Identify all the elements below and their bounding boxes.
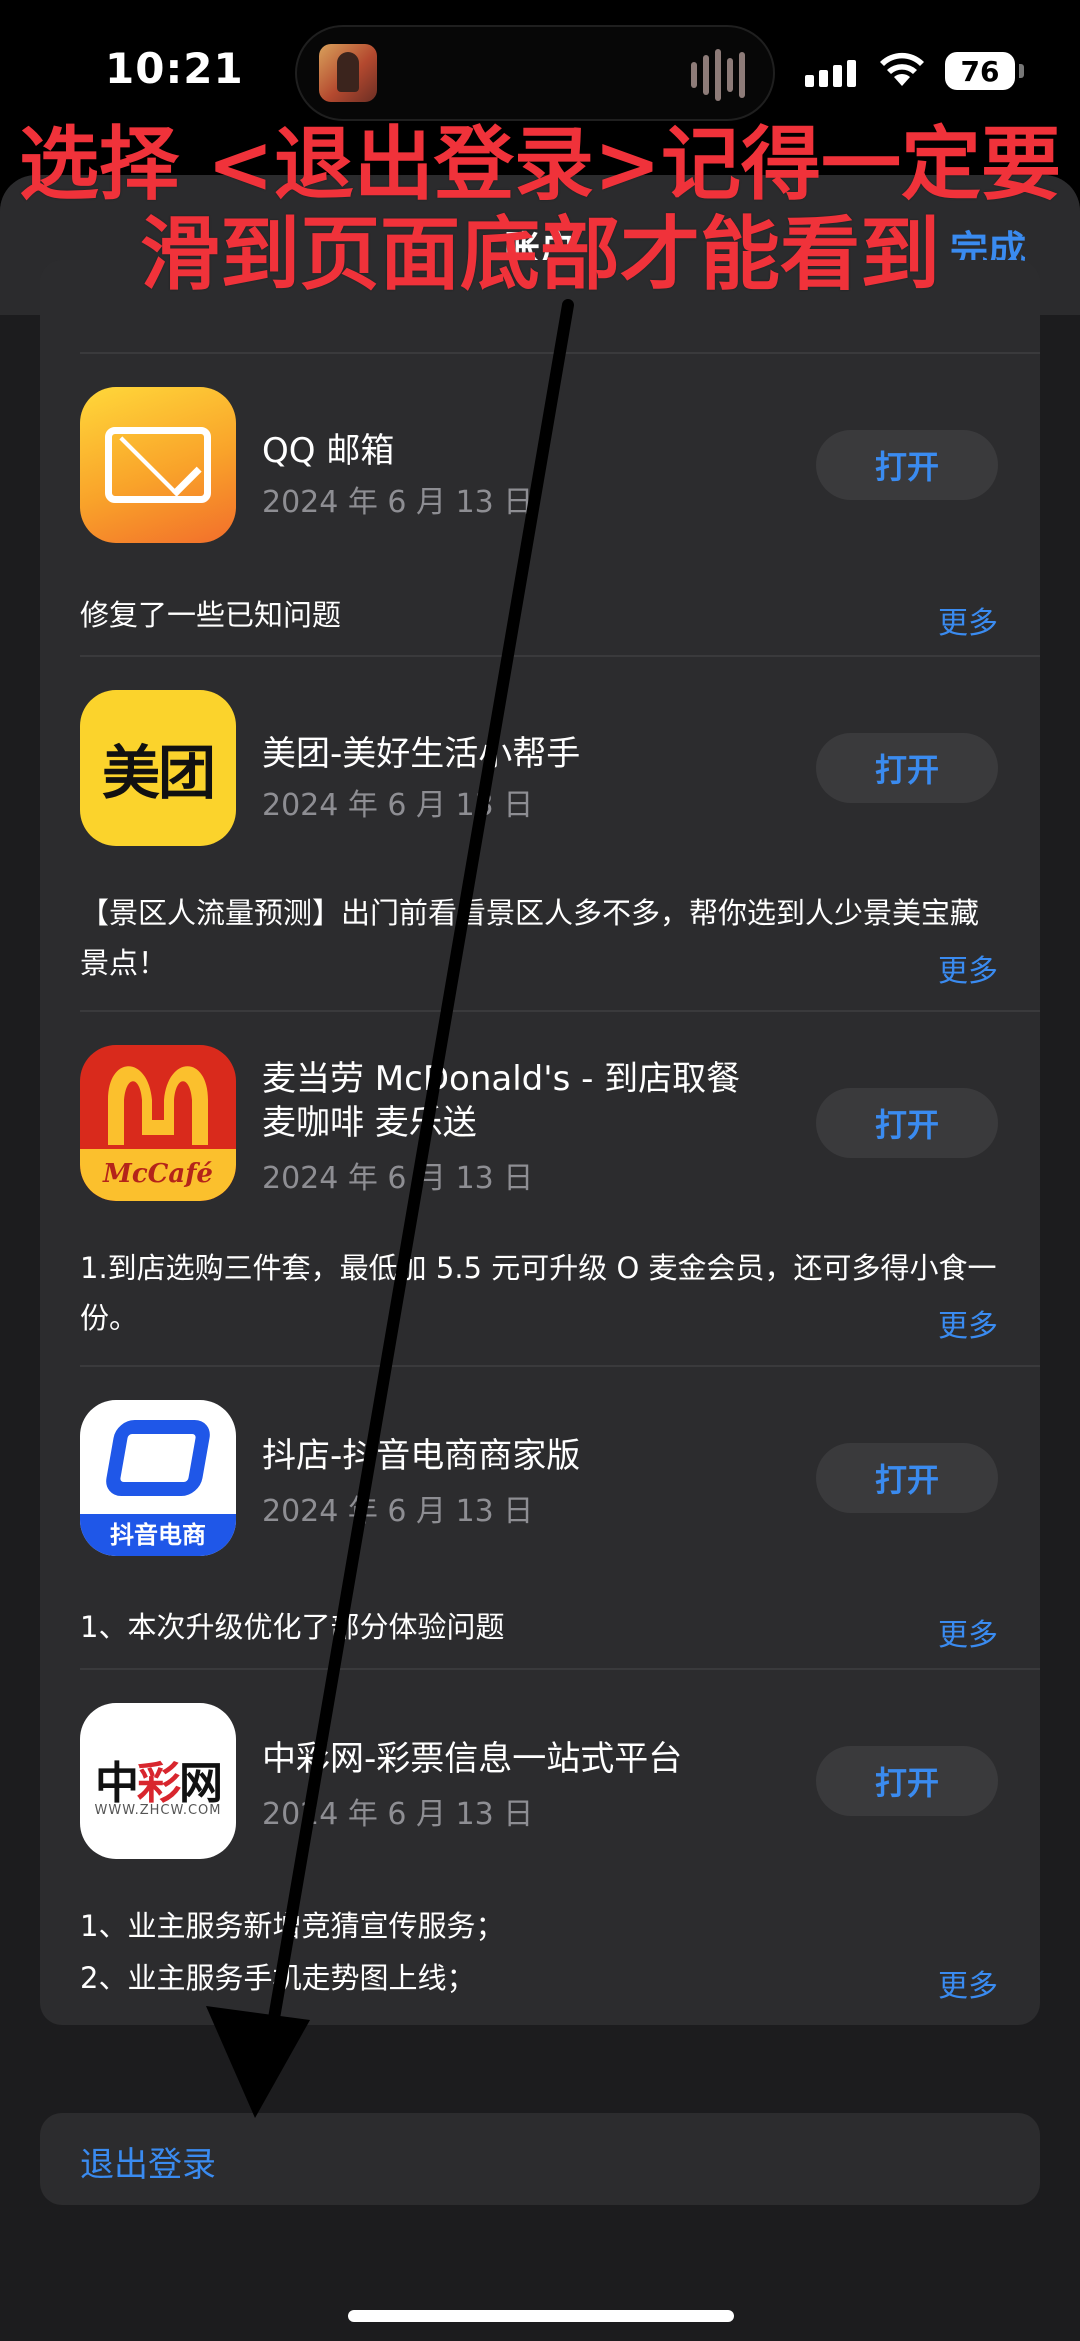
- divider: [80, 1365, 1040, 1367]
- more-link[interactable]: 更多: [938, 946, 998, 990]
- release-notes: 1、本次升级优化了部分体验问题: [80, 1610, 505, 1644]
- app-name: 中彩网-彩票信息一站式平台: [262, 1739, 683, 1779]
- open-button[interactable]: 打开: [816, 1443, 998, 1513]
- more-link[interactable]: 更多: [938, 1961, 998, 2005]
- wifi-icon: [880, 52, 924, 86]
- status-time: 10:21: [105, 44, 244, 93]
- release-notes: 【景区人流量预测】出门前看看景区人多不多，帮你选到人少景美宝藏景点！: [80, 896, 980, 980]
- doudian-logo-icon[interactable]: 抖音电商: [80, 1400, 236, 1556]
- open-button[interactable]: 打开: [816, 733, 998, 803]
- dynamic-island[interactable]: [295, 25, 775, 121]
- app-date: 2024 年 6 月 13 日: [262, 1797, 534, 1832]
- release-notes-line-2: 2、业主服务手机走势图上线；: [80, 1961, 476, 1995]
- meituan-logo-icon[interactable]: 美团: [80, 690, 236, 846]
- release-notes: 1.到店选购三件套，最低加 5.5 元可升级 O 麦金会员，还可多得小食一份。: [80, 1251, 997, 1335]
- mail-envelope-icon[interactable]: [80, 387, 236, 543]
- app-date: 2024 年 6 月 13 日: [262, 485, 534, 520]
- divider: [80, 1668, 1040, 1670]
- tutorial-annotation: 选择 <退出登录>记得一定要 滑到页面底部才能看到: [0, 120, 1080, 300]
- audio-waveform-icon: [691, 49, 745, 101]
- app-name: 抖店-抖音电商商家版: [262, 1436, 581, 1476]
- now-playing-artwork-icon: [319, 44, 377, 102]
- app-date: 2024 年 6 月 13 日: [262, 1161, 534, 1196]
- annotation-line-2: 滑到页面底部才能看到: [140, 208, 940, 301]
- app-name: 美团-美好生活小帮手: [262, 734, 581, 774]
- divider: [80, 655, 1040, 657]
- more-link[interactable]: 更多: [938, 1610, 998, 1654]
- release-notes: 修复了一些已知问题: [80, 598, 342, 632]
- release-notes-line-1: 1、业主服务新增竞猜宣传服务；: [80, 1909, 505, 1943]
- more-link[interactable]: 更多: [938, 598, 998, 642]
- open-button[interactable]: 打开: [816, 1088, 998, 1158]
- open-button[interactable]: 打开: [816, 430, 998, 500]
- more-link[interactable]: 更多: [938, 1301, 998, 1345]
- app-date: 2024 年 6 月 13 日: [262, 788, 534, 823]
- annotation-line-1: 选择 <退出登录>记得一定要: [19, 118, 1061, 211]
- app-name: 麦当劳 McDonald's - 到店取餐 麦咖啡 麦乐送: [262, 1059, 741, 1143]
- signout-label: 退出登录: [80, 2145, 216, 2185]
- zhcw-logo-icon[interactable]: 中彩网 WWW.ZHCW.COM: [80, 1703, 236, 1859]
- divider: [80, 1010, 1040, 1012]
- mcdonalds-logo-icon[interactable]: McCafé: [80, 1045, 236, 1201]
- battery-icon: 76: [945, 52, 1024, 90]
- signout-button[interactable]: 退出登录: [40, 2113, 1040, 2205]
- updates-list: QQ 邮箱 2024 年 6 月 13 日 打开 修复了一些已知问题 更多 美团…: [40, 260, 1040, 2025]
- app-name: QQ 邮箱: [262, 431, 395, 471]
- home-indicator[interactable]: [348, 2310, 734, 2322]
- divider: [80, 352, 1040, 354]
- cellular-signal-icon: [805, 60, 856, 87]
- open-button[interactable]: 打开: [816, 1746, 998, 1816]
- battery-level: 76: [960, 54, 1000, 88]
- app-date: 2024 年 6 月 13 日: [262, 1494, 534, 1529]
